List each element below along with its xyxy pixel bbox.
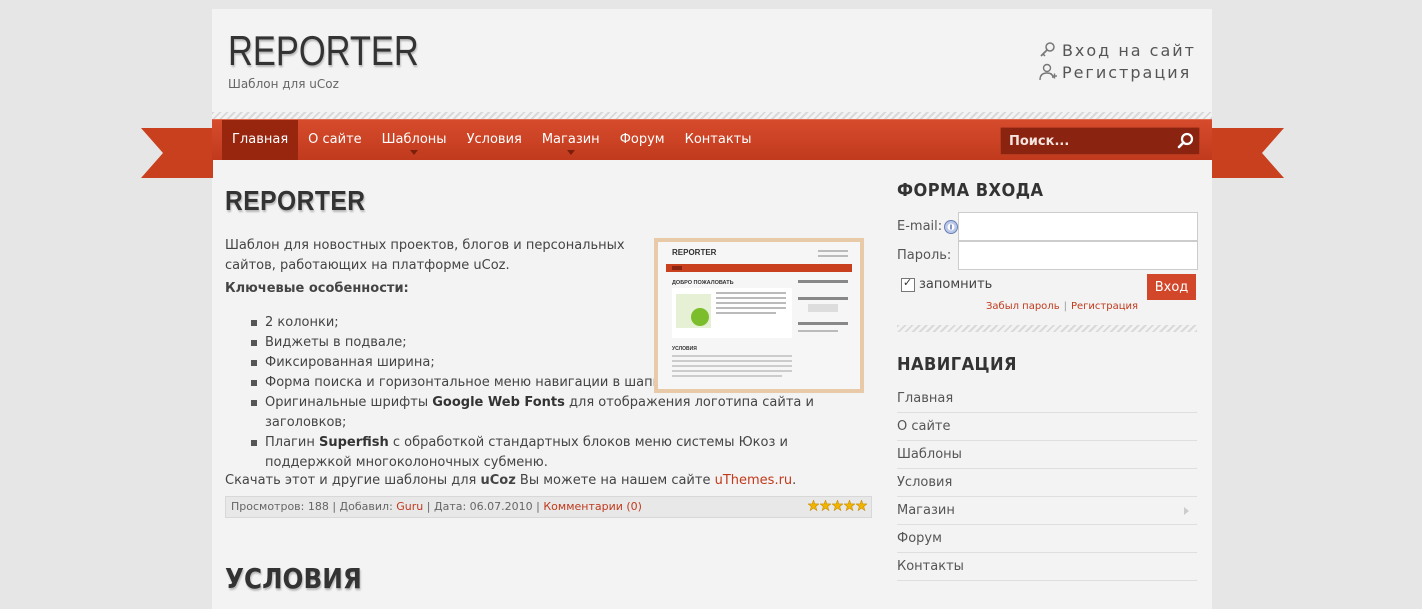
login-link-label: Вход на сайт [1061, 40, 1196, 60]
list-item: Плагин Superfish с обработкой стандартны… [251, 433, 825, 473]
password-field[interactable] [958, 241, 1198, 270]
sidebar-item-forum[interactable]: Форум [897, 526, 1197, 553]
login-form-title: ФОРМА ВХОДА [897, 180, 1044, 201]
key-icon [1040, 42, 1055, 57]
sidebar-divider [897, 325, 1197, 332]
list-item: Оригинальные шрифты Google Web Fonts для… [251, 393, 875, 433]
star-icon [844, 500, 855, 511]
author-link[interactable]: Guru [396, 500, 423, 513]
download-text: Скачать этот и другие шаблоны для uCoz В… [225, 473, 797, 488]
sidebar: ФОРМА ВХОДА E-mail: Пароль: запомнить Вх… [897, 180, 1198, 581]
chevron-right-icon [1184, 507, 1189, 515]
post-meta-bar: Просмотров: 188 | Добавил: Guru | Дата: … [225, 496, 872, 518]
sidebar-item-templates[interactable]: Шаблоны [897, 442, 1197, 469]
preview-logo: REPORTER [672, 248, 717, 257]
email-label: E-mail: [897, 219, 943, 234]
search-icon[interactable] [1177, 132, 1195, 150]
remember-checkbox[interactable] [901, 276, 915, 292]
nav-label: Форум [619, 132, 665, 147]
nav-label: Контакты [684, 132, 752, 147]
nav-label: Условия [466, 132, 522, 147]
nav-item-about[interactable]: О сайте [298, 120, 372, 160]
remember-label: запомнить [919, 277, 993, 292]
sidebar-item-home[interactable]: Главная [897, 386, 1197, 413]
separator: | [1063, 301, 1067, 312]
nav-label: Главная [232, 132, 289, 147]
second-post-title[interactable]: УСЛОВИЯ [225, 562, 362, 595]
sidebar-register-link[interactable]: Регистрация [1071, 301, 1138, 312]
star-icon [808, 500, 819, 511]
preview-inner: REPORTER ДОБРО ПОЖАЛОВАТЬ УСЛОВИЯ [658, 242, 860, 389]
sidebar-item-shop[interactable]: Магазин [897, 498, 1197, 525]
post-title[interactable]: REPORTER [225, 185, 365, 217]
sidebar-item-about[interactable]: О сайте [897, 414, 1197, 441]
remember-row: запомнить [901, 276, 993, 292]
comments-link[interactable]: Комментарии (0) [543, 500, 642, 513]
nav-item-contacts[interactable]: Контакты [675, 120, 762, 160]
chevron-down-icon [410, 150, 419, 155]
main-navigation: Главная О сайте Шаблоны Условия Магазин … [212, 119, 1212, 160]
star-icon [820, 500, 831, 511]
user-links: Вход на сайт Регистрация [1038, 39, 1196, 83]
chevron-down-icon [566, 150, 575, 155]
preview-screenshot: REPORTER ДОБРО ПОЖАЛОВАТЬ УСЛОВИЯ [658, 242, 860, 389]
nav-item-shop[interactable]: Магазин [532, 120, 610, 160]
uthemes-link[interactable]: uThemes.ru [715, 473, 793, 488]
user-add-icon [1039, 63, 1057, 81]
site-slogan: Шаблон для uCoz [228, 77, 339, 91]
navigation-title: НАВИГАЦИЯ [897, 354, 1017, 375]
sidebar-nav: Главная О сайте Шаблоны Условия Магазин … [897, 386, 1197, 582]
nav-menu: Главная О сайте Шаблоны Условия Магазин … [222, 120, 762, 160]
login-link[interactable]: Вход на сайт [1038, 39, 1196, 61]
forgot-password-link[interactable]: Забыл пароль [986, 301, 1060, 312]
ribbon-left-decoration [141, 128, 213, 178]
email-row: E-mail: [897, 219, 959, 234]
star-icon [856, 500, 867, 511]
nav-item-forum[interactable]: Форум [610, 120, 675, 160]
email-field[interactable] [958, 212, 1198, 241]
sidebar-item-contacts[interactable]: Контакты [897, 554, 1197, 581]
nav-label: Шаблоны [381, 132, 447, 147]
nav-item-terms[interactable]: Условия [457, 120, 532, 160]
nav-item-templates[interactable]: Шаблоны [372, 120, 457, 160]
preview-welcome: ДОБРО ПОЖАЛОВАТЬ [672, 280, 734, 286]
register-link[interactable]: Регистрация [1038, 61, 1196, 83]
preview-section: УСЛОВИЯ [672, 346, 697, 352]
openid-icon[interactable] [944, 219, 959, 234]
password-row: Пароль: [897, 248, 951, 263]
sidebar-item-terms[interactable]: Условия [897, 470, 1197, 497]
post-intro: Шаблон для новостных проектов, блогов и … [225, 238, 625, 273]
register-link-label: Регистрация [1061, 62, 1192, 82]
template-preview-image[interactable]: REPORTER ДОБРО ПОЖАЛОВАТЬ УСЛОВИЯ [654, 238, 864, 393]
login-links: Забыл пароль | Регистрация [986, 301, 1138, 312]
login-button[interactable]: Вход [1147, 274, 1196, 300]
nav-label: О сайте [308, 132, 362, 147]
nav-item-home[interactable]: Главная [222, 120, 299, 160]
password-label: Пароль: [897, 248, 952, 263]
site-logo[interactable]: REPORTER [228, 27, 419, 75]
ribbon-right-decoration [1212, 128, 1284, 178]
search-box [1000, 127, 1200, 155]
rating-stars[interactable] [808, 500, 867, 511]
nav-label: Магазин [541, 132, 600, 147]
search-input[interactable] [1001, 128, 1171, 154]
star-icon [832, 500, 843, 511]
